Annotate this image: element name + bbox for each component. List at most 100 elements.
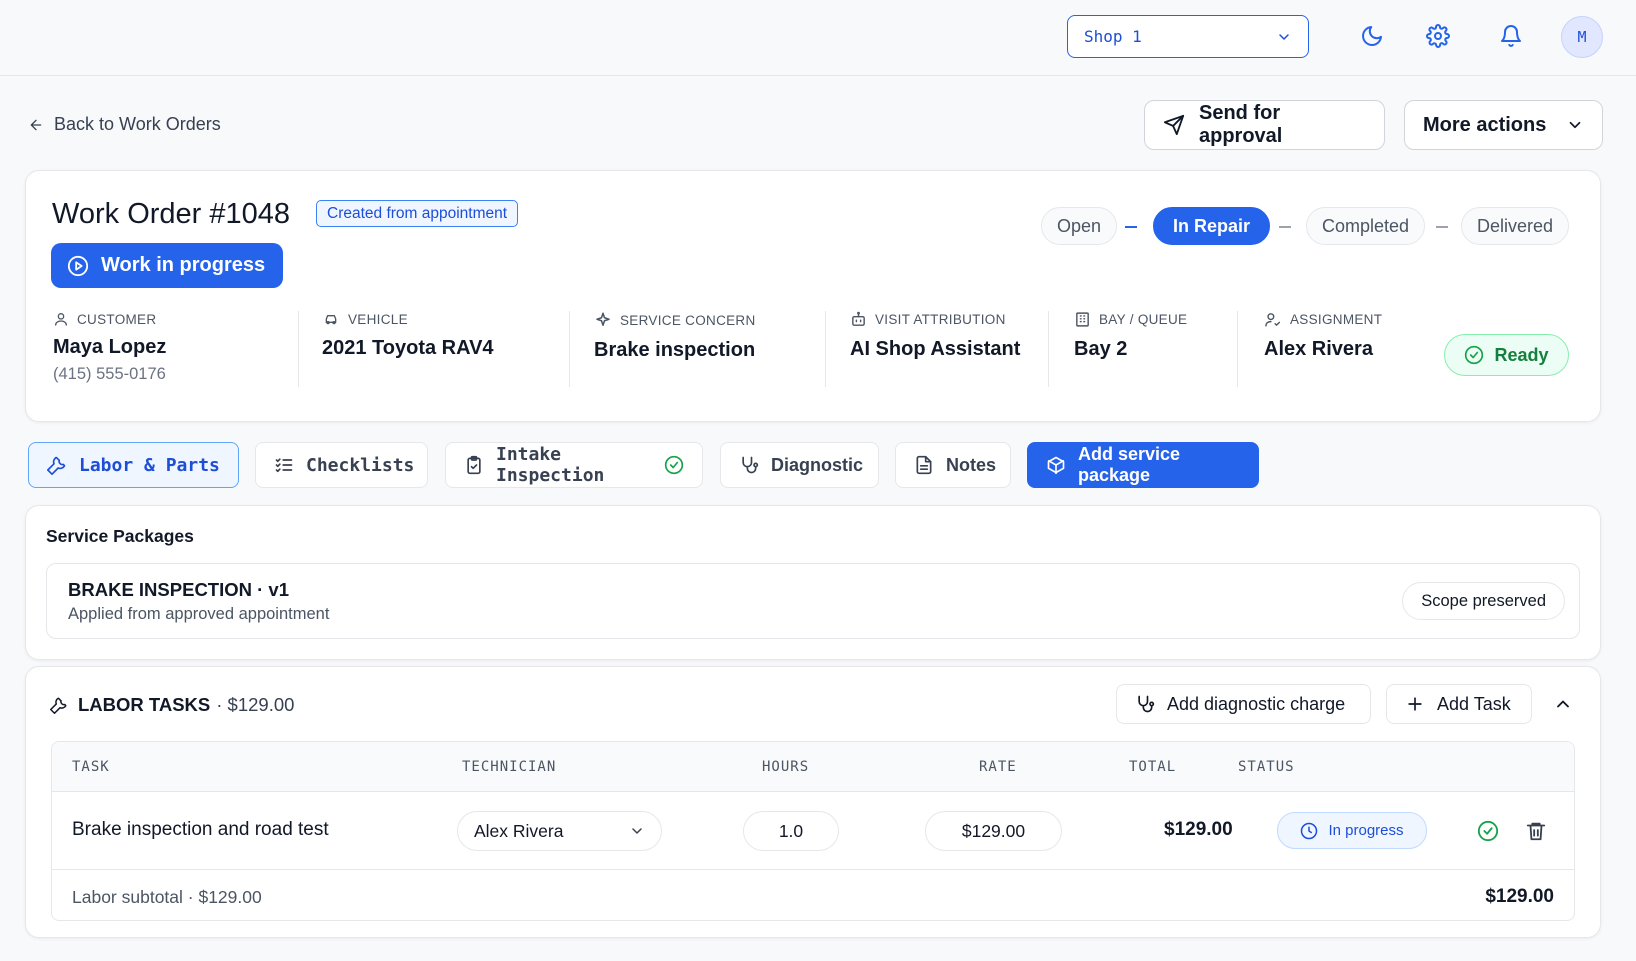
bay-queue-value[interactable]: Bay 2 bbox=[1074, 338, 1187, 361]
divider bbox=[1048, 311, 1049, 387]
bell-icon[interactable] bbox=[1491, 16, 1531, 56]
bot-icon bbox=[850, 311, 867, 328]
technician-select[interactable]: Alex Rivera bbox=[457, 811, 662, 851]
tab-labor-parts[interactable]: Labor & Parts bbox=[28, 442, 239, 488]
labor-tasks-title: LABOR TASKS bbox=[78, 694, 211, 715]
service-packages-card: Service Packages BRAKE INSPECTION · v1 A… bbox=[25, 505, 1601, 660]
technician-value: Alex Rivera bbox=[474, 820, 564, 841]
assignment-value[interactable]: Alex Rivera bbox=[1264, 338, 1382, 361]
vehicle-value[interactable]: 2021 Toyota RAV4 bbox=[322, 337, 494, 360]
stage-open[interactable]: Open bbox=[1041, 207, 1117, 245]
assignment-label: ASSIGNMENT bbox=[1290, 312, 1383, 327]
sparkle-icon bbox=[594, 311, 612, 329]
ready-badge[interactable]: Ready bbox=[1444, 334, 1569, 376]
tab-diagnostic[interactable]: Diagnostic bbox=[720, 442, 879, 488]
info-bay-queue: BAY / QUEUE Bay 2 bbox=[1074, 311, 1187, 361]
wrench-icon bbox=[50, 696, 68, 714]
work-in-progress-button[interactable]: Work in progress bbox=[51, 243, 283, 288]
add-task-button[interactable]: Add Task bbox=[1386, 684, 1532, 724]
info-visit-attribution: VISIT ATTRIBUTION AI Shop Assistant bbox=[850, 311, 1020, 361]
chevron-down-icon bbox=[1276, 29, 1292, 45]
visit-attribution-label: VISIT ATTRIBUTION bbox=[875, 312, 1006, 327]
tab-labor-parts-label: Labor & Parts bbox=[79, 454, 220, 476]
divider bbox=[1237, 311, 1238, 387]
package-subtitle: Applied from approved appointment bbox=[68, 605, 330, 623]
stage-delivered[interactable]: Delivered bbox=[1461, 207, 1569, 245]
tab-notes[interactable]: Notes bbox=[895, 442, 1011, 488]
divider bbox=[298, 311, 299, 387]
more-actions-label: More actions bbox=[1423, 113, 1547, 136]
created-from-badge: Created from appointment bbox=[316, 200, 519, 227]
tab-intake-inspection[interactable]: Intake Inspection bbox=[445, 442, 703, 488]
user-check-icon bbox=[1264, 311, 1282, 328]
more-actions-button[interactable]: More actions bbox=[1404, 100, 1603, 150]
col-task: TASK bbox=[72, 759, 110, 775]
add-service-package-button[interactable]: Add service package bbox=[1027, 442, 1259, 488]
send-icon bbox=[1163, 114, 1185, 136]
add-diagnostic-charge-button[interactable]: Add diagnostic charge bbox=[1116, 684, 1371, 724]
customer-name[interactable]: Maya Lopez bbox=[53, 336, 166, 359]
clipboard-check-icon bbox=[464, 455, 484, 475]
table-row: Brake inspection and road test Alex Rive… bbox=[52, 792, 1574, 870]
complete-task-check-icon[interactable] bbox=[1477, 820, 1499, 842]
task-total: $129.00 bbox=[1164, 819, 1233, 840]
labor-tasks-card: LABOR TASKS · $129.00 Add diagnostic cha… bbox=[25, 666, 1601, 938]
tab-checklists[interactable]: Checklists bbox=[255, 442, 428, 488]
back-link[interactable]: Back to Work Orders bbox=[28, 114, 221, 135]
labor-subtotal-value: $129.00 bbox=[1485, 886, 1554, 907]
stage-connector bbox=[1279, 226, 1291, 228]
package-item[interactable]: BRAKE INSPECTION · v1 Applied from appro… bbox=[46, 563, 1580, 639]
status-label: In progress bbox=[1328, 822, 1404, 839]
package-name: BRAKE INSPECTION · v1 bbox=[68, 579, 290, 600]
chevron-up-icon[interactable] bbox=[1553, 694, 1573, 714]
stage-connector bbox=[1125, 226, 1137, 228]
service-concern-value[interactable]: Brake inspection bbox=[594, 339, 756, 362]
work-in-progress-label: Work in progress bbox=[101, 254, 266, 276]
status-badge[interactable]: In progress bbox=[1277, 812, 1427, 849]
stage-in-repair[interactable]: In Repair bbox=[1153, 207, 1270, 245]
task-name[interactable]: Brake inspection and road test bbox=[72, 819, 329, 841]
col-total: TOTAL bbox=[1129, 759, 1177, 775]
visit-attribution-value[interactable]: AI Shop Assistant bbox=[850, 338, 1020, 361]
plus-icon bbox=[1405, 694, 1425, 714]
avatar[interactable]: M bbox=[1561, 16, 1603, 58]
scope-preserved-badge: Scope preserved bbox=[1402, 582, 1565, 620]
add-service-package-label: Add service package bbox=[1078, 444, 1181, 485]
add-diagnostic-charge-label: Add diagnostic charge bbox=[1167, 693, 1346, 714]
col-hours: HOURS bbox=[762, 759, 810, 775]
tab-intake-inspection-label: Intake Inspection bbox=[496, 444, 605, 486]
labor-subtotal-label: Labor subtotal · $129.00 bbox=[72, 887, 262, 907]
play-circle-icon bbox=[67, 255, 89, 277]
bay-queue-label: BAY / QUEUE bbox=[1099, 312, 1188, 327]
check-circle-icon bbox=[664, 455, 684, 475]
shop-select[interactable]: Shop 1 bbox=[1067, 15, 1309, 58]
add-task-label: Add Task bbox=[1437, 693, 1511, 714]
send-for-approval-button[interactable]: Send for approval bbox=[1144, 100, 1385, 150]
rate-input[interactable]: $129.00 bbox=[925, 811, 1062, 851]
gear-icon[interactable] bbox=[1418, 16, 1458, 56]
top-bar: Shop 1 M bbox=[0, 0, 1636, 76]
page-title: Work Order #1048 bbox=[52, 198, 291, 230]
tab-notes-label: Notes bbox=[946, 454, 997, 475]
vehicle-label: VEHICLE bbox=[348, 311, 408, 327]
arrow-left-icon bbox=[28, 117, 44, 133]
car-icon bbox=[322, 311, 340, 327]
moon-icon[interactable] bbox=[1352, 16, 1392, 56]
labor-tasks-header: LABOR TASKS · $129.00 bbox=[50, 694, 294, 716]
list-check-icon bbox=[274, 455, 294, 475]
table-header: TASK TECHNICIAN HOURS RATE TOTAL STATUS bbox=[52, 742, 1574, 792]
col-technician: TECHNICIAN bbox=[462, 759, 557, 775]
file-text-icon bbox=[914, 455, 934, 475]
hours-input[interactable]: 1.0 bbox=[743, 811, 839, 851]
send-for-approval-label: Send for approval bbox=[1199, 102, 1283, 147]
stethoscope-icon bbox=[1135, 694, 1155, 714]
chevron-down-icon bbox=[629, 823, 645, 839]
customer-label: CUSTOMER bbox=[77, 311, 157, 327]
work-order-header-card: Work Order #1048 Created from appointmen… bbox=[25, 170, 1601, 422]
ready-label: Ready bbox=[1494, 344, 1549, 365]
customer-phone[interactable]: (415) 555-0176 bbox=[53, 365, 166, 384]
back-link-label: Back to Work Orders bbox=[54, 114, 221, 134]
stage-completed[interactable]: Completed bbox=[1306, 207, 1425, 245]
divider bbox=[825, 311, 826, 387]
trash-icon[interactable] bbox=[1525, 820, 1547, 842]
